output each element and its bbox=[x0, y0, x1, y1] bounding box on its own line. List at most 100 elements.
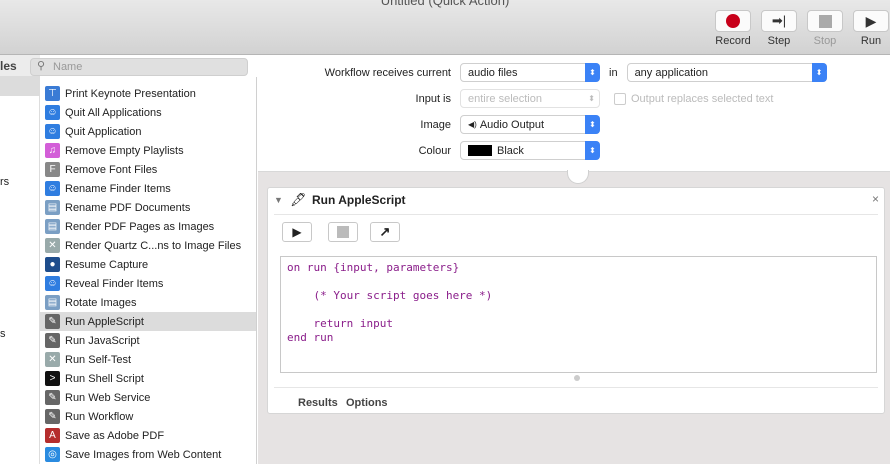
list-item[interactable]: ◎ Save Images from Web Content bbox=[40, 445, 256, 464]
list-item[interactable]: ☺ Reveal Finder Items bbox=[40, 274, 256, 293]
list-item-label: Render PDF Pages as Images bbox=[65, 220, 215, 233]
application-value: any application bbox=[634, 66, 708, 79]
automator-icon: 🖋 bbox=[290, 192, 307, 207]
action-card: ▼ 🖋 Run AppleScript × ▶ ↗ on run {input,… bbox=[267, 187, 885, 414]
list-item[interactable]: > Run Shell Script bbox=[40, 369, 256, 388]
stop-script-button[interactable] bbox=[328, 222, 358, 242]
list-item[interactable]: ☺ Quit Application bbox=[40, 122, 256, 141]
list-item[interactable]: ✕ Run Self-Test bbox=[40, 350, 256, 369]
list-item[interactable]: ☺ Rename Finder Items bbox=[40, 179, 256, 198]
list-item-label: Save as Adobe PDF bbox=[65, 429, 165, 442]
resize-handle-icon[interactable] bbox=[574, 375, 580, 381]
stop-label: Stop bbox=[813, 35, 837, 47]
quicktime-icon: ● bbox=[45, 257, 60, 272]
toolbar: Untitled (Quick Action) Record ➡| Step St… bbox=[0, 0, 890, 55]
step-button[interactable]: ➡| Step bbox=[759, 10, 799, 47]
list-item-label: Remove Empty Playlists bbox=[65, 144, 184, 157]
preview-icon: ▤ bbox=[45, 295, 60, 310]
list-item-label: Remove Font Files bbox=[65, 163, 158, 176]
image-select[interactable]: ◀) Audio Output ⬍ bbox=[460, 115, 600, 134]
chevron-updown-icon: ⬍ bbox=[585, 63, 600, 82]
list-item[interactable]: ✎ Run Workflow bbox=[40, 407, 256, 426]
list-item-label: Quit Application bbox=[65, 125, 142, 138]
adobe-pdf-icon: A bbox=[45, 428, 60, 443]
list-item[interactable]: ✎ Run AppleScript bbox=[40, 312, 256, 331]
tools-icon: ✕ bbox=[45, 352, 60, 367]
stop-icon bbox=[337, 226, 349, 238]
list-item-label: Print Keynote Presentation bbox=[65, 87, 196, 100]
list-item[interactable]: ☺ Quit All Applications bbox=[40, 103, 256, 122]
list-item[interactable]: ● Resume Capture bbox=[40, 255, 256, 274]
list-item[interactable]: ✎ Run Web Service bbox=[40, 388, 256, 407]
stop-button[interactable]: Stop bbox=[805, 10, 845, 47]
actions-list: ⊤ Print Keynote Presentation ☺ Quit All App… bbox=[40, 77, 257, 464]
colour-value: Black bbox=[497, 144, 524, 157]
window-title: Untitled (Quick Action) bbox=[380, 0, 510, 8]
search-input[interactable]: ⚲ Name bbox=[30, 58, 248, 76]
receives-select[interactable]: audio files ⬍ bbox=[460, 63, 600, 82]
tab-options[interactable]: Options bbox=[346, 397, 388, 409]
finder-icon: ☺ bbox=[45, 181, 60, 196]
input-is-select[interactable]: entire selection ⬍ bbox=[460, 89, 600, 108]
library-item[interactable]: rs bbox=[0, 176, 9, 188]
list-item[interactable]: ✕ Render Quartz C...ns to Image Files bbox=[40, 236, 256, 255]
list-item-label: Rotate Images bbox=[65, 296, 137, 309]
record-icon bbox=[726, 14, 740, 28]
list-item[interactable]: ✎ Run JavaScript bbox=[40, 331, 256, 350]
list-item[interactable]: ♫ Remove Empty Playlists bbox=[40, 141, 256, 160]
list-item[interactable]: A Save as Adobe PDF bbox=[40, 426, 256, 445]
run-label: Run bbox=[860, 35, 882, 47]
automator-icon: ✎ bbox=[45, 409, 60, 424]
in-label: in bbox=[609, 66, 618, 79]
stop-icon bbox=[818, 14, 832, 28]
list-item[interactable]: ▤ Rotate Images bbox=[40, 293, 256, 312]
colour-select[interactable]: Black ⬍ bbox=[460, 141, 600, 160]
connector-icon bbox=[567, 170, 589, 184]
receives-label: Workflow receives current bbox=[324, 66, 451, 79]
speaker-icon: ◀) bbox=[468, 120, 477, 129]
keynote-icon: ⊤ bbox=[45, 86, 60, 101]
library-item[interactable]: s bbox=[0, 328, 6, 340]
list-item-label: Run AppleScript bbox=[65, 315, 144, 328]
disclosure-triangle-icon[interactable]: ▼ bbox=[274, 195, 283, 205]
list-item-partial[interactable] bbox=[40, 77, 256, 84]
run-script-button[interactable]: ▶ bbox=[282, 222, 312, 242]
list-item[interactable]: F Remove Font Files bbox=[40, 160, 256, 179]
safari-icon: ◎ bbox=[45, 447, 60, 462]
output-replaces-checkbox[interactable] bbox=[614, 92, 626, 105]
automator-icon: ✎ bbox=[45, 333, 60, 348]
list-item-label: Quit All Applications bbox=[65, 106, 162, 119]
record-label: Record bbox=[715, 35, 751, 47]
list-item-label: Rename Finder Items bbox=[65, 182, 171, 195]
list-item-label: Run Web Service bbox=[65, 391, 151, 404]
workflow-header: Workflow receives current audio files ⬍ i… bbox=[258, 55, 890, 172]
input-is-label: Input is bbox=[415, 92, 451, 105]
library-column: les rs s bbox=[0, 55, 40, 464]
compile-button[interactable]: ↗ bbox=[370, 222, 400, 242]
list-item[interactable]: ▤ Rename PDF Documents bbox=[40, 198, 256, 217]
step-icon: ➡| bbox=[771, 13, 787, 28]
font-book-icon: F bbox=[45, 162, 60, 177]
script-editor[interactable]: on run {input, parameters} (* Your scrip… bbox=[280, 256, 877, 373]
list-item[interactable]: ⊤ Print Keynote Presentation bbox=[40, 84, 256, 103]
list-item-label: Save Images from Web Content bbox=[65, 448, 222, 461]
list-item-label: Run Shell Script bbox=[65, 372, 144, 385]
hammer-icon: ↗ bbox=[379, 224, 391, 239]
list-item-label: Reveal Finder Items bbox=[65, 277, 164, 290]
record-button[interactable]: Record bbox=[713, 10, 753, 47]
run-button[interactable]: ▶ Run bbox=[851, 10, 890, 47]
image-value: Audio Output bbox=[479, 118, 545, 131]
application-select[interactable]: any application ⬍ bbox=[626, 63, 827, 82]
library-header: les bbox=[0, 59, 17, 73]
list-item[interactable]: ▤ Render PDF Pages as Images bbox=[40, 217, 256, 236]
search-icon: ⚲ bbox=[37, 60, 46, 72]
list-item-label: Run Workflow bbox=[65, 410, 134, 423]
image-label: Image bbox=[420, 118, 451, 131]
tab-results[interactable]: Results bbox=[298, 397, 338, 409]
terminal-icon: > bbox=[45, 371, 60, 386]
action-title: Run AppleScript bbox=[312, 193, 406, 207]
run-icon: ▶ bbox=[865, 12, 877, 29]
finder-icon: ☺ bbox=[45, 276, 60, 291]
close-icon[interactable]: × bbox=[872, 192, 879, 206]
library-selected-row[interactable] bbox=[0, 76, 40, 96]
